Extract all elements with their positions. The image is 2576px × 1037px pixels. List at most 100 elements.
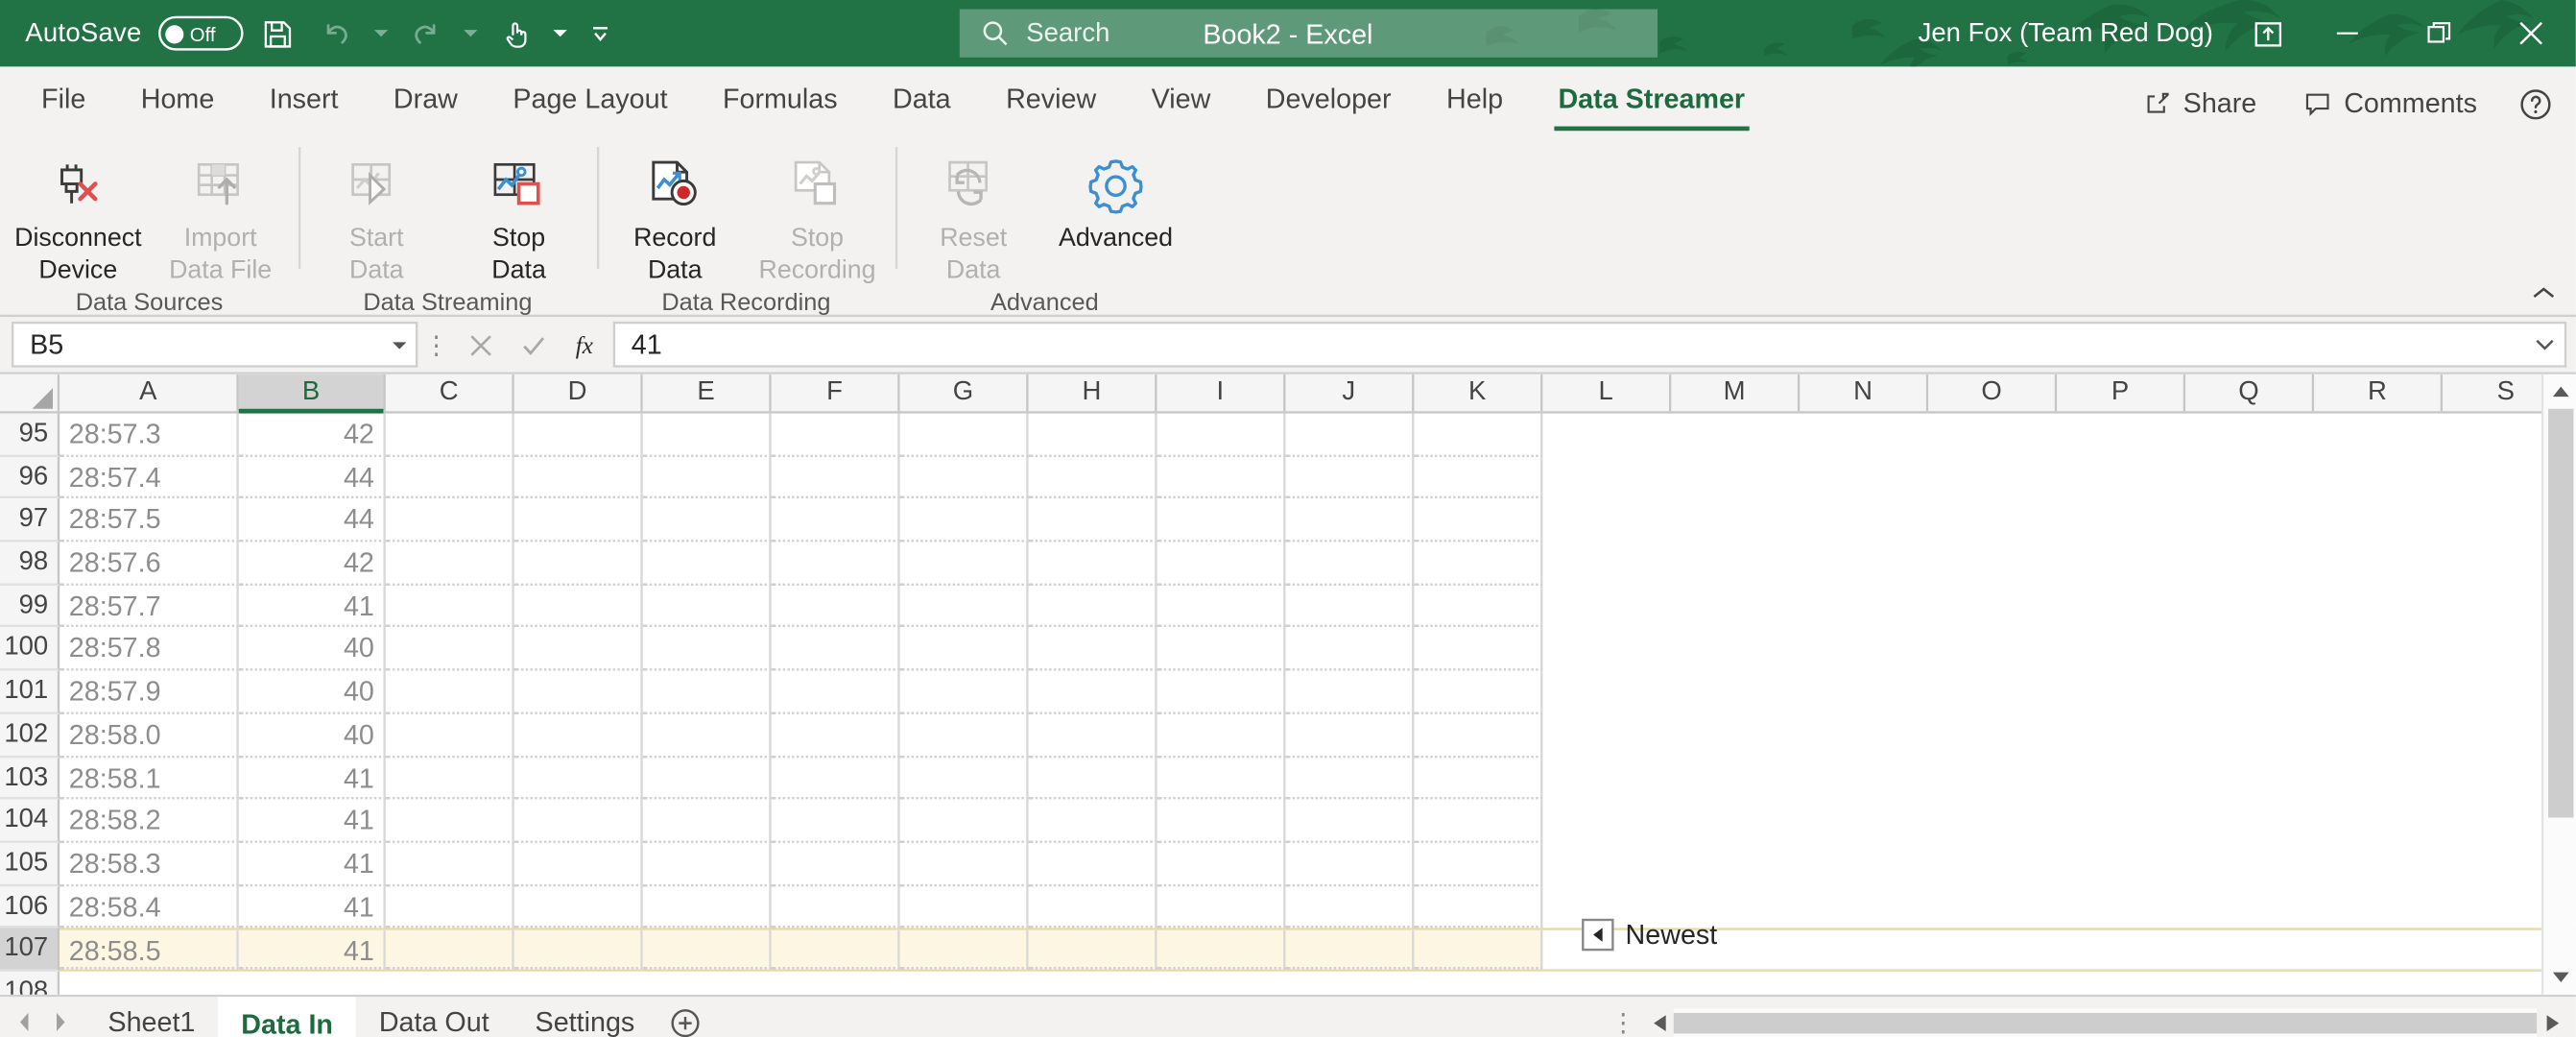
cell-I95[interactable]	[1157, 413, 1286, 457]
add-sheet-icon[interactable]	[657, 996, 712, 1037]
table-row[interactable]: 28:58.4 41	[60, 885, 2576, 928]
account-name[interactable]: Jen Fox (Team Red Dog)	[1919, 19, 2213, 47]
cell-H102[interactable]	[1028, 713, 1157, 758]
cell-D106[interactable]	[513, 885, 643, 928]
cell-C105[interactable]	[385, 842, 514, 886]
cell-I99[interactable]	[1157, 585, 1286, 629]
cell-A101[interactable]: 28:57.9	[60, 670, 239, 714]
cell-G101[interactable]	[899, 670, 1029, 714]
cell-I102[interactable]	[1157, 713, 1286, 758]
cell-E100[interactable]	[642, 628, 772, 671]
cell-H103[interactable]	[1028, 757, 1157, 800]
cell-I96[interactable]	[1157, 456, 1286, 499]
cell-E107[interactable]	[642, 930, 772, 970]
cell-D97[interactable]	[513, 498, 643, 543]
cell-I105[interactable]	[1157, 842, 1286, 886]
cell-K101[interactable]	[1414, 670, 1543, 714]
table-row[interactable]: 28:57.3 42	[60, 413, 2576, 457]
cell-B104[interactable]: 41	[238, 799, 386, 843]
tab-page-layout[interactable]: Page Layout	[486, 66, 696, 131]
cell-A102[interactable]: 28:58.0	[60, 713, 239, 758]
cell-B106[interactable]: 41	[238, 885, 386, 928]
cell-B105[interactable]: 41	[238, 842, 386, 886]
cell-J97[interactable]	[1285, 498, 1415, 543]
cell-G105[interactable]	[899, 842, 1029, 886]
cell-B97[interactable]: 44	[238, 498, 386, 543]
column-header-L[interactable]: L	[1542, 374, 1672, 412]
save-icon[interactable]	[251, 10, 302, 58]
cell-I104[interactable]	[1157, 799, 1286, 843]
stop-recording-button[interactable]: Stop Recording	[746, 140, 888, 289]
cell-F97[interactable]	[771, 498, 900, 543]
cell-E105[interactable]	[642, 842, 772, 886]
cell-G104[interactable]	[899, 799, 1029, 843]
sheet-tab-settings[interactable]: Settings	[513, 996, 658, 1037]
collapse-left-icon[interactable]	[1582, 918, 1614, 952]
cell-H98[interactable]	[1028, 542, 1157, 586]
cell-D95[interactable]	[513, 413, 643, 457]
cell-K96[interactable]	[1414, 456, 1543, 499]
cell-B98[interactable]: 42	[238, 542, 386, 586]
column-header-A[interactable]: A	[60, 374, 239, 412]
cell-K97[interactable]	[1414, 498, 1543, 543]
table-row[interactable]: 28:58.5 41	[60, 928, 2576, 972]
column-header-R[interactable]: R	[2314, 374, 2444, 412]
column-header-K[interactable]: K	[1414, 374, 1543, 412]
advanced-button[interactable]: Advanced	[1044, 140, 1186, 258]
cell-H97[interactable]	[1028, 498, 1157, 543]
cell-A106[interactable]: 28:58.4	[60, 885, 239, 928]
cell-G98[interactable]	[899, 542, 1029, 586]
cell-E103[interactable]	[642, 757, 772, 800]
cell-D101[interactable]	[513, 670, 643, 714]
row-header[interactable]: 101	[0, 670, 60, 714]
cell-C96[interactable]	[385, 456, 514, 499]
cell-J95[interactable]	[1285, 413, 1415, 457]
cell-H101[interactable]	[1028, 670, 1157, 714]
cell-A100[interactable]: 28:57.8	[60, 628, 239, 671]
nav-next-icon[interactable]	[43, 1001, 75, 1037]
cell-I106[interactable]	[1157, 885, 1286, 928]
touch-mode-icon[interactable]	[490, 10, 541, 58]
search-input[interactable]: Search	[959, 9, 1658, 58]
row-header[interactable]: 100	[0, 628, 60, 671]
cell-F103[interactable]	[771, 757, 900, 800]
table-row[interactable]: 28:57.9 40	[60, 670, 2576, 714]
column-header-J[interactable]: J	[1285, 374, 1415, 412]
cell-J99[interactable]	[1285, 585, 1415, 629]
cell-B103[interactable]: 41	[238, 757, 386, 800]
cell-I101[interactable]	[1157, 670, 1286, 714]
cell-A107[interactable]: 28:58.5	[60, 930, 239, 970]
record-data-button[interactable]: Record Data	[604, 140, 746, 289]
tab-review[interactable]: Review	[978, 66, 1124, 131]
row-header[interactable]: 104	[0, 799, 60, 843]
table-row[interactable]: 28:58.0 40	[60, 713, 2576, 758]
cell-E101[interactable]	[642, 670, 772, 714]
cell-C100[interactable]	[385, 628, 514, 671]
cell-G103[interactable]	[899, 757, 1029, 800]
scroll-down-icon[interactable]	[2542, 959, 2576, 995]
redo-dropdown-icon[interactable]	[461, 10, 482, 58]
row-header[interactable]: 97	[0, 498, 60, 543]
cell-H104[interactable]	[1028, 799, 1157, 843]
table-row[interactable]: 28:58.3 41	[60, 842, 2576, 886]
tab-formulas[interactable]: Formulas	[695, 66, 865, 131]
cell-H96[interactable]	[1028, 456, 1157, 499]
cell-A98[interactable]: 28:57.6	[60, 542, 239, 586]
cell-E95[interactable]	[642, 413, 772, 457]
cell-I107[interactable]	[1157, 930, 1286, 970]
cell-K104[interactable]	[1414, 799, 1543, 843]
row-header[interactable]: 103	[0, 757, 60, 800]
column-header-N[interactable]: N	[1800, 374, 1929, 412]
tab-insert[interactable]: Insert	[242, 66, 366, 131]
cell-K99[interactable]	[1414, 585, 1543, 629]
cell-E96[interactable]	[642, 456, 772, 499]
nav-first-icon[interactable]	[10, 1001, 41, 1037]
tab-developer[interactable]: Developer	[1238, 66, 1419, 131]
cell-F98[interactable]	[771, 542, 900, 586]
cell-G99[interactable]	[899, 585, 1029, 629]
tab-draw[interactable]: Draw	[366, 66, 485, 131]
cell-D100[interactable]	[513, 628, 643, 671]
collapse-ribbon-icon[interactable]	[2525, 276, 2562, 307]
cell-G106[interactable]	[899, 885, 1029, 928]
cell-C102[interactable]	[385, 713, 514, 758]
